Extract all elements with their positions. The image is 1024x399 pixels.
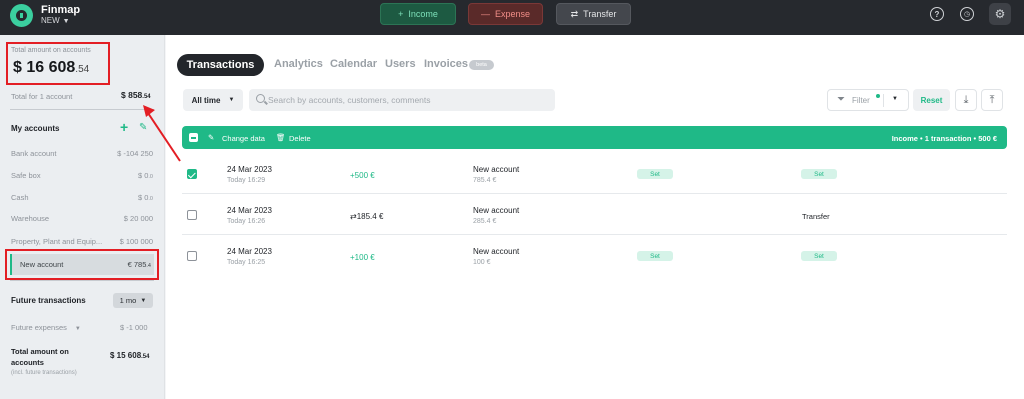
chevron-down-icon: ▼ bbox=[140, 297, 147, 304]
selection-bar: ✎ Change data 🗑 Delete Income • 1 transa… bbox=[182, 126, 1007, 149]
future-expenses-toggle[interactable]: Future expenses ▼ bbox=[11, 323, 81, 332]
account-item[interactable]: Warehouse $ 20 000 bbox=[11, 214, 153, 223]
set-category-button[interactable]: Set bbox=[637, 251, 673, 261]
row-date: 24 Mar 2023 bbox=[227, 206, 272, 215]
row-time: Today 16:29 bbox=[227, 177, 266, 184]
row-checkbox[interactable] bbox=[187, 210, 197, 220]
reset-button[interactable]: Reset bbox=[913, 89, 950, 111]
row-account-value: 100 € bbox=[473, 259, 491, 266]
tab-users[interactable]: Users bbox=[385, 58, 416, 70]
table-row[interactable]: 24 Mar 2023 Today 16:26 ⇄185.4 € New acc… bbox=[182, 195, 1007, 235]
total-one-account-value: $ 858.54 bbox=[121, 90, 151, 100]
chevron-down-icon: ▼ bbox=[74, 326, 81, 332]
question-icon[interactable]: ? bbox=[930, 7, 944, 21]
period-select[interactable]: All time ▼ bbox=[183, 89, 243, 111]
row-checkbox[interactable] bbox=[187, 169, 197, 179]
income-button[interactable]: + Income bbox=[380, 3, 456, 25]
row-amount: +500 € bbox=[350, 171, 375, 180]
divider bbox=[10, 109, 154, 110]
download-icon[interactable]: ⤓ bbox=[955, 89, 977, 111]
tab-invoices[interactable]: Invoices bbox=[424, 58, 468, 70]
income-label: Income bbox=[408, 9, 438, 19]
expense-label: Expense bbox=[494, 9, 531, 19]
filter-active-dot bbox=[876, 94, 880, 98]
minus-icon: — bbox=[480, 9, 490, 19]
total-incl-future-label: Total amount on accounts bbox=[11, 347, 69, 367]
row-amount: +100 € bbox=[350, 253, 375, 262]
total-amount-label: Total amount on accounts bbox=[11, 47, 91, 54]
row-account: New account bbox=[473, 247, 520, 256]
search-input[interactable] bbox=[249, 89, 555, 111]
account-item[interactable]: Property, Plant and Equip... $ 100 000 bbox=[11, 237, 153, 246]
row-account-value: 285.4 € bbox=[473, 218, 497, 225]
upload-icon[interactable]: ⤒ bbox=[981, 89, 1003, 111]
beta-badge: beta bbox=[469, 60, 494, 70]
row-amount: ⇄185.4 € bbox=[350, 212, 384, 221]
set-project-button[interactable]: Set bbox=[801, 169, 837, 179]
row-date: 24 Mar 2023 bbox=[227, 165, 272, 174]
transfer-label: Transfer bbox=[583, 9, 617, 19]
row-type: Transfer bbox=[802, 212, 830, 221]
edit-accounts-pencil-icon[interactable]: ✎ bbox=[139, 122, 147, 133]
row-checkbox[interactable] bbox=[187, 251, 197, 261]
set-category-button[interactable]: Set bbox=[637, 169, 673, 179]
pencil-icon: ✎ bbox=[208, 133, 215, 142]
filter-label: Filter bbox=[852, 96, 870, 105]
set-project-button[interactable]: Set bbox=[801, 251, 837, 261]
transfer-button[interactable]: ⇄ Transfer bbox=[556, 3, 631, 25]
total-amount-value: $ 16 608.54 bbox=[13, 59, 90, 76]
funnel-icon: ⏷ bbox=[837, 94, 845, 105]
plus-icon: + bbox=[398, 9, 404, 19]
select-all-checkbox[interactable] bbox=[189, 133, 198, 142]
selection-summary: Income • 1 transaction • 500 € bbox=[891, 133, 997, 143]
my-accounts-heading: My accounts bbox=[11, 124, 60, 133]
filter-button[interactable]: ⏷ Filter ▼ bbox=[827, 89, 909, 111]
tab-analytics[interactable]: Analytics bbox=[274, 58, 323, 70]
account-item[interactable]: Safe box $ 0.0 bbox=[11, 171, 153, 180]
workspace-selector[interactable]: NEW ▼ bbox=[41, 16, 70, 25]
divider bbox=[10, 280, 154, 281]
row-account: New account bbox=[473, 206, 520, 215]
add-account-plus-icon[interactable]: + bbox=[120, 119, 128, 135]
finmap-logo-icon bbox=[10, 4, 33, 27]
row-time: Today 16:25 bbox=[227, 259, 266, 266]
row-time: Today 16:26 bbox=[227, 218, 266, 225]
history-icon[interactable]: ◷ bbox=[960, 7, 974, 21]
sidebar: Total amount on accounts $ 16 608.54 Tot… bbox=[0, 35, 165, 399]
total-one-account-label: Total for 1 account bbox=[11, 92, 73, 101]
annotation-box-new-account bbox=[5, 249, 159, 280]
trash-icon: 🗑 bbox=[276, 133, 286, 142]
total-incl-future-note: (incl. future transactions) bbox=[11, 370, 77, 376]
tab-calendar[interactable]: Calendar bbox=[330, 58, 377, 70]
total-incl-future-value: $ 15 608.54 bbox=[110, 351, 150, 360]
table-row[interactable]: 24 Mar 2023 Today 16:25 +100 € New accou… bbox=[182, 236, 1007, 276]
change-data-button[interactable]: Change data bbox=[222, 134, 265, 143]
search-icon bbox=[256, 94, 265, 103]
divider bbox=[883, 94, 884, 107]
future-period-select[interactable]: 1 mo ▼ bbox=[113, 293, 153, 308]
delete-button[interactable]: Delete bbox=[289, 134, 311, 143]
future-expenses-value: $ -1 000 bbox=[120, 323, 148, 332]
tab-transactions[interactable]: Transactions bbox=[177, 54, 264, 76]
gear-icon[interactable]: ⚙ bbox=[989, 3, 1011, 25]
row-account: New account bbox=[473, 165, 520, 174]
workspace-name: NEW bbox=[41, 16, 60, 25]
row-date: 24 Mar 2023 bbox=[227, 247, 272, 256]
table-row[interactable]: 24 Mar 2023 Today 16:29 +500 € New accou… bbox=[182, 154, 1007, 194]
row-account-value: 785.4 € bbox=[473, 177, 497, 184]
expense-button[interactable]: — Expense bbox=[468, 3, 543, 25]
account-item[interactable]: Cash $ 0.0 bbox=[11, 193, 153, 202]
top-bar: Finmap NEW ▼ + Income — Expense ⇄ Transfer ?… bbox=[0, 0, 1024, 35]
chevron-down-icon: ▼ bbox=[62, 18, 70, 25]
account-item[interactable]: Bank account $ -104 250 bbox=[11, 149, 153, 158]
chevron-down-icon[interactable]: ▼ bbox=[892, 96, 898, 102]
app-name: Finmap bbox=[41, 4, 81, 16]
future-transactions-heading: Future transactions bbox=[11, 296, 86, 305]
transfer-icon: ⇄ bbox=[570, 8, 579, 19]
chevron-down-icon: ▼ bbox=[228, 97, 235, 103]
